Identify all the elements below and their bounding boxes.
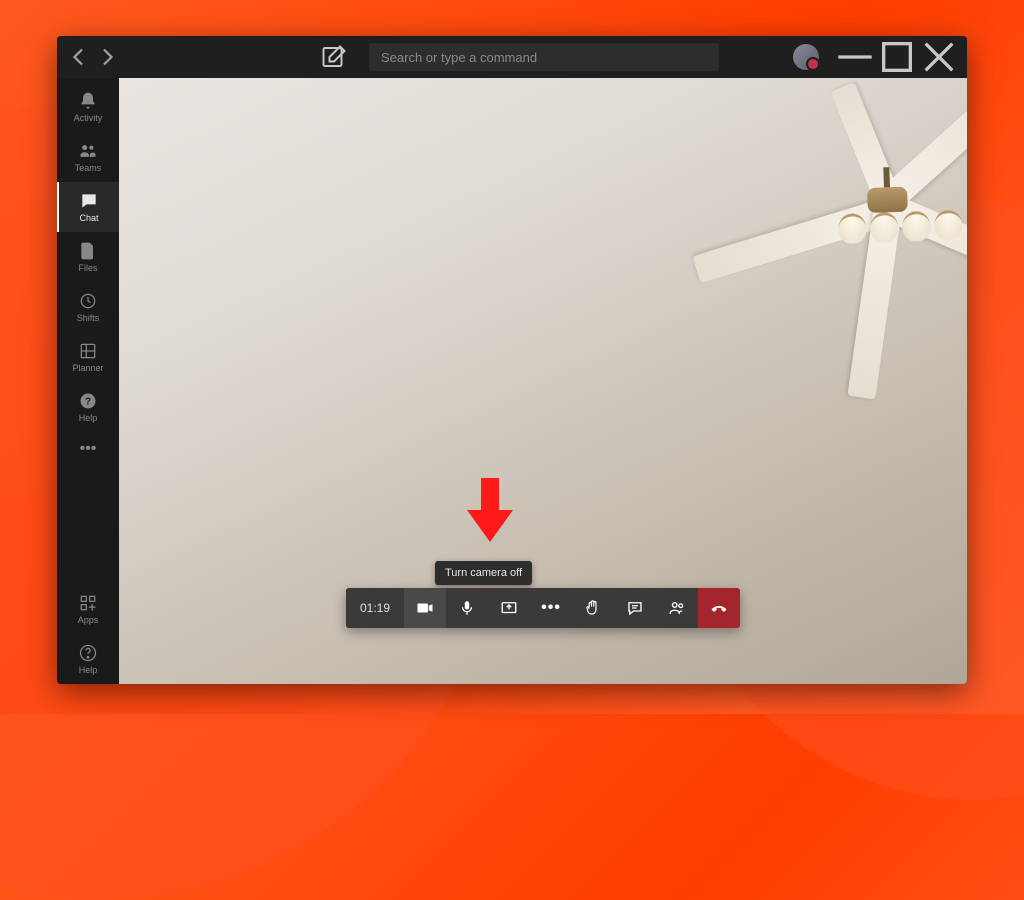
planner-icon <box>78 341 98 361</box>
search-input[interactable]: Search or type a command <box>369 43 719 71</box>
files-icon <box>78 241 98 261</box>
mic-icon <box>458 599 476 617</box>
sidebar-item-activity[interactable]: Activity <box>57 82 119 132</box>
video-content: Turn camera off 01:19 ••• <box>119 78 967 684</box>
teams-icon <box>78 141 98 161</box>
help-icon: ? <box>78 391 98 411</box>
avatar[interactable] <box>793 44 819 70</box>
people-icon <box>668 599 686 617</box>
sidebar-item-label: Help <box>79 413 98 423</box>
sidebar-item-chat[interactable]: Chat <box>57 182 119 232</box>
mic-toggle-button[interactable] <box>446 588 488 628</box>
sidebar-item-label: Shifts <box>77 313 100 323</box>
raise-hand-button[interactable] <box>572 588 614 628</box>
shifts-icon <box>78 291 98 311</box>
share-screen-button[interactable] <box>488 588 530 628</box>
phone-hangup-icon <box>710 599 728 617</box>
nav-back-button[interactable] <box>67 45 91 69</box>
more-icon: ••• <box>541 599 561 617</box>
bell-icon <box>78 91 98 111</box>
sidebar-item-label: Files <box>78 263 97 273</box>
camera-toggle-button[interactable] <box>404 588 446 628</box>
sidebar-item-label: Teams <box>75 163 102 173</box>
sidebar-item-help-bottom[interactable]: Help <box>57 634 119 684</box>
app-sidebar: Activity Teams Chat Files Shifts Planner <box>57 78 119 684</box>
sidebar-item-label: Activity <box>74 113 103 123</box>
help-circle-icon <box>78 643 98 663</box>
chat-icon <box>79 191 99 211</box>
hangup-button[interactable] <box>698 588 740 628</box>
apps-icon <box>78 593 98 613</box>
sidebar-item-help[interactable]: ? Help <box>57 382 119 432</box>
maximize-button[interactable] <box>877 42 917 72</box>
sidebar-more-button[interactable]: ••• <box>80 440 97 458</box>
sidebar-item-label: Help <box>79 665 98 675</box>
sidebar-item-label: Chat <box>79 213 98 223</box>
nav-forward-button[interactable] <box>95 45 119 69</box>
sidebar-item-label: Planner <box>72 363 103 373</box>
annotation-arrow-icon <box>467 478 513 547</box>
sidebar-item-label: Apps <box>78 615 99 625</box>
titlebar: Search or type a command <box>57 36 967 78</box>
tooltip-text: Turn camera off <box>445 567 522 579</box>
more-actions-button[interactable]: ••• <box>530 588 572 628</box>
svg-text:?: ? <box>85 396 91 407</box>
compose-button[interactable] <box>319 42 349 72</box>
camera-tooltip: Turn camera off <box>435 561 532 585</box>
show-participants-button[interactable] <box>656 588 698 628</box>
video-icon <box>416 599 434 617</box>
sidebar-item-shifts[interactable]: Shifts <box>57 282 119 332</box>
sidebar-item-files[interactable]: Files <box>57 232 119 282</box>
search-placeholder: Search or type a command <box>381 50 537 65</box>
chat-bubble-icon <box>626 599 644 617</box>
sidebar-item-apps[interactable]: Apps <box>57 584 119 634</box>
call-controls-bar: 01:19 ••• <box>346 588 740 628</box>
sidebar-item-teams[interactable]: Teams <box>57 132 119 182</box>
share-icon <box>500 599 518 617</box>
hand-icon <box>584 599 602 617</box>
sidebar-item-planner[interactable]: Planner <box>57 332 119 382</box>
minimize-button[interactable] <box>835 42 875 72</box>
teams-window: Search or type a command Activity Teams <box>57 36 967 684</box>
close-button[interactable] <box>919 42 959 72</box>
show-chat-button[interactable] <box>614 588 656 628</box>
call-timer: 01:19 <box>346 588 404 628</box>
